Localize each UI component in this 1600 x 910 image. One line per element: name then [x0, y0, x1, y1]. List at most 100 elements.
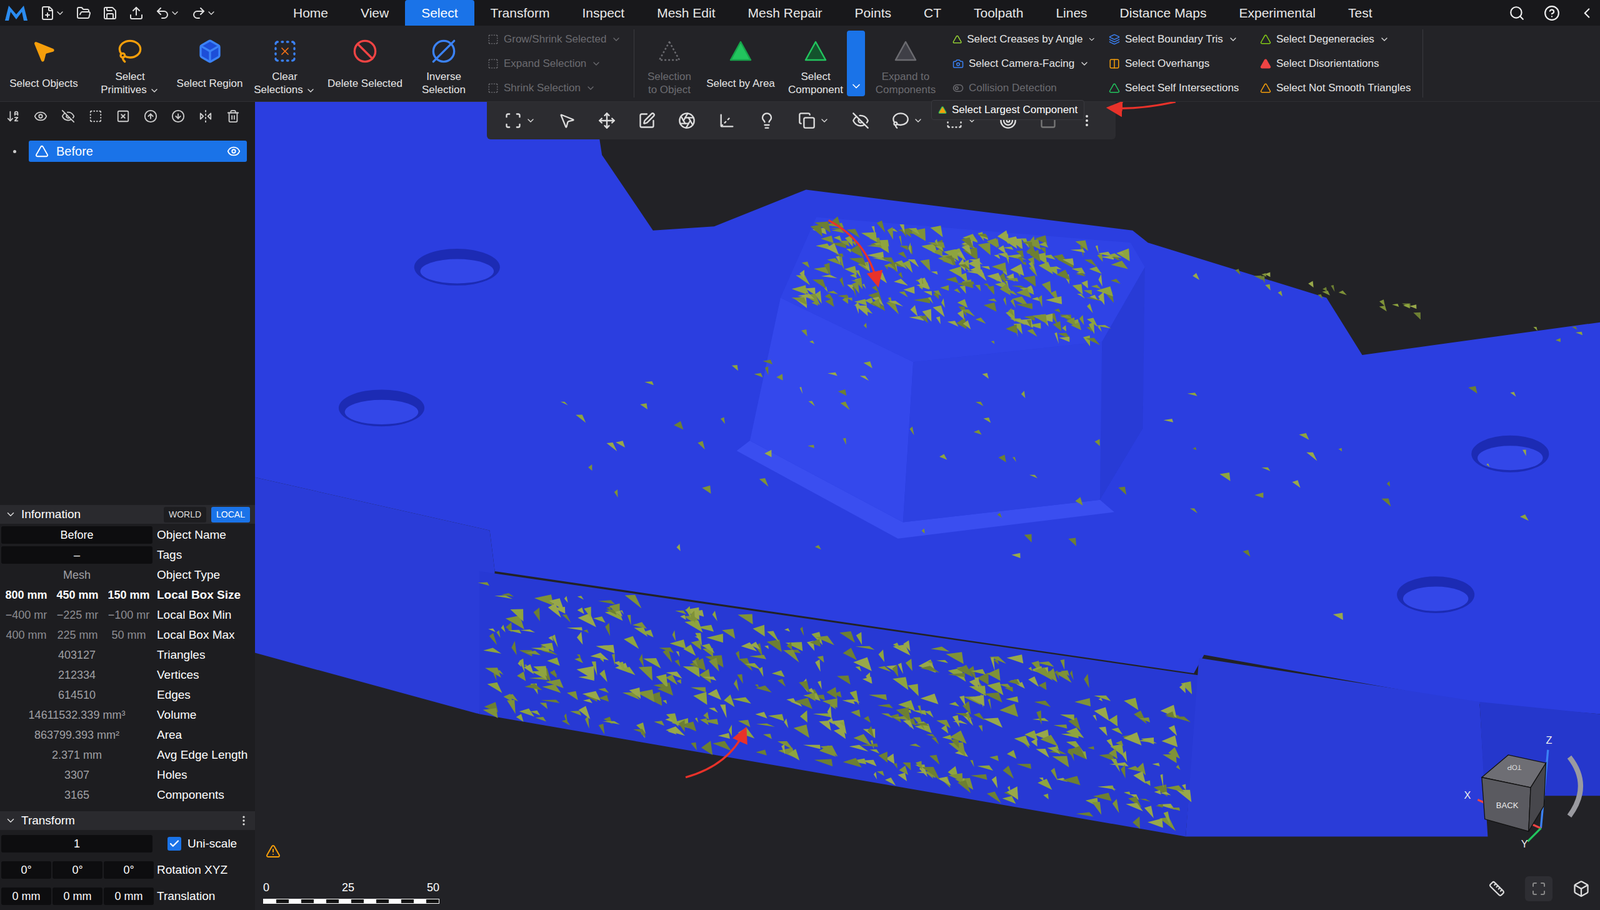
show-icon[interactable] [33, 109, 48, 124]
flip-icon[interactable] [198, 109, 213, 124]
ribbon-small-button[interactable]: Select Not Smooth Triangles [1260, 75, 1415, 100]
section-header[interactable]: Transform [0, 811, 255, 830]
chevron-icon[interactable] [525, 115, 536, 126]
value-field[interactable]: 0 mm [1, 887, 52, 905]
value-field[interactable]: 0 mm [103, 887, 154, 905]
fullscreen-icon[interactable] [1531, 881, 1547, 897]
menu-tab[interactable]: Test [1331, 0, 1389, 26]
undo-icon[interactable] [155, 5, 170, 21]
deselect-icon[interactable] [116, 109, 130, 124]
ribbon-small-button[interactable]: Shrink Selection [487, 75, 627, 100]
dropdown-item[interactable]: Select Largest Component [931, 101, 1084, 119]
ribbon-button[interactable]: Select by Area [703, 25, 779, 102]
move-down-icon[interactable] [171, 109, 185, 124]
light-icon[interactable] [758, 111, 776, 130]
visible-icon[interactable] [226, 144, 241, 159]
ribbon-small-button[interactable]: Expand Selection [487, 51, 627, 76]
section-header[interactable]: InformationWORLDLOCAL [0, 505, 255, 524]
chevron-icon[interactable] [591, 58, 602, 69]
tree-item[interactable]: Before [28, 140, 247, 162]
ribbon-small-button[interactable]: Select Overhangs [1108, 51, 1248, 76]
axis-icon[interactable] [718, 111, 736, 130]
menu-tab[interactable]: Inspect [565, 0, 641, 26]
warning-icon[interactable] [265, 843, 281, 859]
menu-tab[interactable]: Mesh Edit [640, 0, 732, 26]
ribbon-small-button[interactable]: Collision Detection [952, 75, 1097, 100]
mesh-render[interactable] [255, 101, 1600, 910]
menu-tab[interactable]: CT [907, 0, 958, 26]
select-all-icon[interactable] [88, 109, 103, 124]
menu-tab[interactable]: Lines [1039, 0, 1104, 26]
chevron-icon[interactable] [55, 8, 65, 19]
ribbon-button[interactable]: Expand to Components [871, 25, 940, 102]
ribbon-small-button[interactable]: Select Creases by Angle [952, 26, 1097, 52]
ribbon-button[interactable]: Select Objects [1, 25, 87, 102]
chevron-icon[interactable] [1228, 34, 1239, 45]
value-field[interactable]: – [1, 546, 153, 564]
ribbon-small-button[interactable]: Select Self Intersections [1108, 75, 1248, 100]
value-field[interactable]: Before [1, 526, 153, 544]
value-field[interactable]: 0° [103, 861, 154, 879]
menu-tab[interactable]: Toolpath [957, 0, 1040, 26]
more-icon[interactable] [237, 814, 250, 827]
chevron-icon[interactable] [170, 8, 180, 19]
pointer-icon[interactable] [558, 111, 576, 130]
menu-tab[interactable]: Distance Maps [1103, 0, 1224, 26]
ribbon-button[interactable]: Selection to Object [641, 25, 697, 102]
value-field[interactable]: 0° [1, 861, 52, 879]
frame-toggle[interactable]: LOCAL [211, 506, 250, 523]
menu-tab[interactable]: View [344, 0, 405, 26]
chevron-icon[interactable] [585, 83, 596, 94]
ribbon-small-button[interactable]: Grow/Shrink Selected [487, 26, 627, 52]
ribbon-button[interactable]: Clear Selections [251, 25, 318, 102]
help-icon[interactable] [1543, 5, 1560, 22]
export-icon[interactable] [128, 5, 144, 21]
menu-tab[interactable]: Experimental [1222, 0, 1332, 26]
trash-icon[interactable] [226, 109, 240, 124]
viewport[interactable]: 02550TOPBACKXYZ [255, 101, 1600, 910]
dropdown-toggle[interactable] [846, 30, 865, 97]
menu-tab[interactable]: Transform [474, 0, 567, 26]
menu-tab[interactable]: Mesh Repair [731, 0, 839, 26]
copy-icon[interactable] [798, 111, 816, 130]
value-field[interactable]: 0° [52, 861, 103, 879]
hide-icon[interactable] [851, 111, 870, 130]
chevron-icon[interactable] [1079, 58, 1090, 69]
redo-icon[interactable] [191, 5, 207, 21]
open-icon[interactable] [76, 5, 92, 21]
chevron-icon[interactable] [611, 34, 622, 45]
ribbon-button[interactable]: Select Primitives [92, 25, 168, 102]
fit-icon[interactable] [504, 111, 522, 130]
search-icon[interactable] [1508, 5, 1525, 22]
value-field[interactable]: 0 mm [52, 887, 103, 905]
edit-icon[interactable] [638, 111, 656, 130]
chevron-icon[interactable] [1379, 34, 1390, 45]
chevron-icon[interactable] [913, 115, 924, 126]
chevron-icon[interactable] [305, 85, 316, 96]
ribbon-small-button[interactable]: Select Camera-Facing [952, 51, 1097, 76]
save-icon[interactable] [102, 5, 118, 21]
checkbox[interactable] [167, 836, 182, 851]
ribbon-button[interactable]: Select Region [173, 25, 246, 102]
chevron-icon[interactable] [149, 85, 160, 96]
ribbon-small-button[interactable]: Select Degeneracies [1260, 26, 1415, 52]
menu-tab[interactable]: Select [405, 0, 474, 26]
lasso-icon[interactable] [891, 111, 910, 130]
ribbon-small-button[interactable]: Select Disorientations [1260, 51, 1415, 76]
projection-icon[interactable] [1572, 880, 1590, 898]
hide-icon[interactable] [61, 109, 75, 124]
view-cube[interactable]: TOPBACKXYZ [1459, 729, 1597, 857]
ribbon-button[interactable]: Delete Selected [323, 25, 407, 102]
ribbon-small-button[interactable]: Select Boundary Tris [1108, 26, 1248, 52]
move-icon[interactable] [598, 111, 616, 130]
chevron-icon[interactable] [1087, 34, 1097, 45]
menu-tab[interactable]: Home [276, 0, 345, 26]
chevron-icon[interactable] [819, 115, 830, 126]
move-up-icon[interactable] [143, 109, 158, 124]
value-field[interactable]: 1 [1, 835, 153, 853]
ruler-icon[interactable] [1488, 880, 1505, 897]
frame-toggle[interactable]: WORLD [163, 506, 207, 523]
ribbon-button[interactable]: Select Component [784, 25, 847, 102]
new-file-icon[interactable] [40, 5, 55, 21]
sort-icon[interactable] [6, 109, 20, 124]
